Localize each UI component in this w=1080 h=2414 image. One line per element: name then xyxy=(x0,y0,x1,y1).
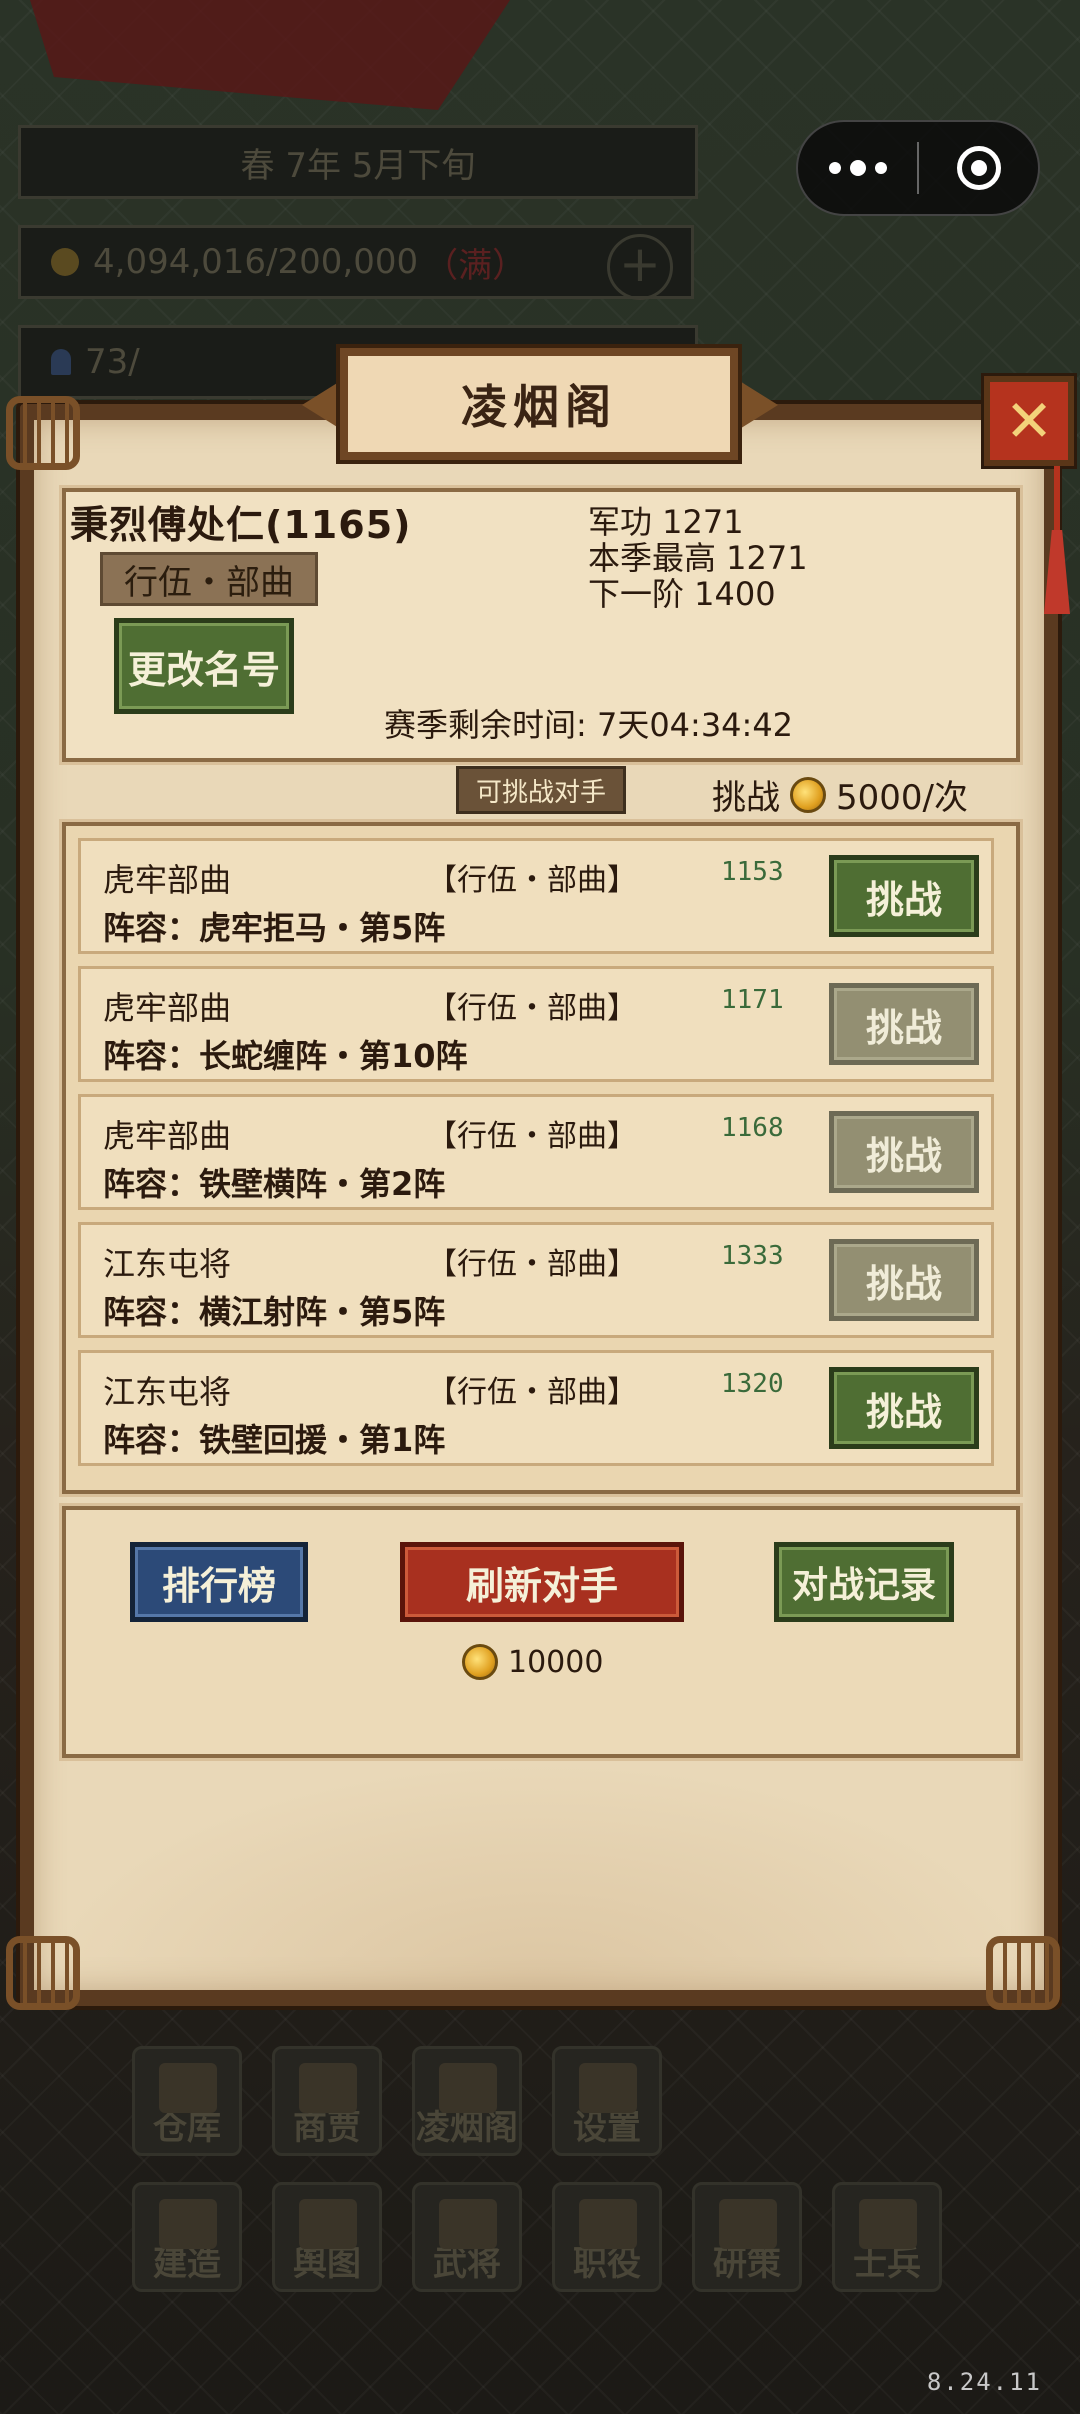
corner-knot-icon xyxy=(6,1936,80,2010)
dock-jobs-icon: 职役 xyxy=(552,2182,662,2292)
next-tier-value: 下一阶 1400 xyxy=(588,575,776,613)
gold-coin-icon xyxy=(51,248,79,276)
opponent-lineup: 阵容：横江射阵・第5阵 xyxy=(103,1293,446,1331)
opponent-rank: 【行伍・部曲】 xyxy=(427,863,637,898)
opponent-rank: 【行伍・部曲】 xyxy=(427,1375,637,1410)
opponent-lineup: 阵容：铁壁横阵・第2阵 xyxy=(103,1165,446,1203)
opponent-row: 江东屯将 【行伍・部曲】 1333 阵容：横江射阵・第5阵 挑战 xyxy=(78,1222,994,1338)
dock-map-icon: 舆图 xyxy=(272,2182,382,2292)
dock-generals-icon: 武将 xyxy=(412,2182,522,2292)
opponent-score: 1168 xyxy=(721,1113,784,1143)
refresh-opponents-button[interactable]: 刷新对手 xyxy=(400,1542,684,1622)
close-button[interactable]: ✕ xyxy=(984,376,1074,466)
opponent-score: 1333 xyxy=(721,1241,784,1271)
corner-knot-icon xyxy=(6,396,80,470)
leaderboard-button[interactable]: 排行榜 xyxy=(130,1542,308,1622)
gold-coin-icon xyxy=(790,776,826,813)
opponent-lineup: 阵容：长蛇缠阵・第10阵 xyxy=(103,1037,468,1075)
gold-amount: 4,094,016/200,000 xyxy=(93,242,419,282)
opponent-row: 江东屯将 【行伍・部曲】 1320 阵容：铁壁回援・第1阵 挑战 xyxy=(78,1350,994,1466)
challenge-cost-prefix: 挑战 xyxy=(712,778,780,818)
population-text: 73/ xyxy=(85,342,140,382)
opponent-unit: 江东屯将 xyxy=(103,1245,232,1283)
player-stats: 军功 1271 本季最高 1271 下一阶 1400 xyxy=(588,504,808,612)
dock-settings-icon: 设置 xyxy=(552,2046,662,2156)
target-ring-icon xyxy=(956,146,1001,190)
player-rank-badge: 行伍・部曲 xyxy=(100,552,318,606)
dock-warehouse-icon: 仓库 xyxy=(132,2046,242,2156)
add-gold-icon: + xyxy=(607,234,673,300)
opponents-section-label: 可挑战对手 xyxy=(456,766,626,814)
dock-merchant-icon: 商贾 xyxy=(272,2046,382,2156)
season-best-value: 本季最高 1271 xyxy=(588,539,808,577)
challenge-cost-value: 5000/次 xyxy=(836,778,968,818)
background-date-bar: 春 7年 5月下旬 xyxy=(18,125,698,199)
cloud-pattern-decoration xyxy=(34,1760,1044,1990)
panel-title: 凌烟阁 xyxy=(461,380,617,434)
dock-soldiers-icon: 士兵 xyxy=(832,2182,942,2292)
opponent-unit: 虎牢部曲 xyxy=(103,989,232,1027)
background-gold-bar: 4,094,016/200,000 （满） + xyxy=(18,225,694,300)
opponent-score: 1320 xyxy=(721,1369,784,1399)
season-remaining-time: 赛季剩余时间: 7天04:34:42 xyxy=(384,706,794,744)
opponent-score: 1153 xyxy=(721,857,784,887)
more-dot-icon xyxy=(874,162,887,174)
gold-full-label: （满） xyxy=(424,245,527,286)
opponent-rank: 【行伍・部曲】 xyxy=(427,1247,637,1282)
opponent-score: 1171 xyxy=(721,985,784,1015)
challenge-button-disabled[interactable]: 挑战 xyxy=(829,1111,979,1193)
opponent-row: 虎牢部曲 【行伍・部曲】 1168 阵容：铁壁横阵・第2阵 挑战 xyxy=(78,1094,994,1210)
challenge-button[interactable]: 挑战 xyxy=(829,1367,979,1449)
opponent-rank: 【行伍・部曲】 xyxy=(427,1119,637,1154)
battle-log-button[interactable]: 对战记录 xyxy=(774,1542,954,1622)
panel-title-plaque: 凌烟阁 xyxy=(340,348,738,460)
date-text: 春 7年 5月下旬 xyxy=(240,145,476,186)
opponent-unit: 虎牢部曲 xyxy=(103,861,232,899)
refresh-cost-value: 10000 xyxy=(508,1644,604,1680)
exit-mini-program-button[interactable] xyxy=(919,122,1038,214)
player-name: 秉烈傅处仁(1165) xyxy=(70,503,412,547)
opponent-lineup: 阵容：铁壁回援・第1阵 xyxy=(103,1421,446,1459)
person-icon xyxy=(51,349,71,375)
opponent-unit: 江东屯将 xyxy=(103,1373,232,1411)
dock-lingyan-icon: 凌烟阁 xyxy=(412,2046,522,2156)
rename-button[interactable]: 更改名号 xyxy=(114,618,294,714)
opponent-row: 虎牢部曲 【行伍・部曲】 1171 阵容：长蛇缠阵・第10阵 挑战 xyxy=(78,966,994,1082)
mini-program-capsule xyxy=(796,120,1040,216)
opponent-lineup: 阵容：虎牢拒马・第5阵 xyxy=(103,909,446,947)
dock-build-icon: 建造 xyxy=(132,2182,242,2292)
corner-knot-icon xyxy=(986,1936,1060,2010)
opponent-unit: 虎牢部曲 xyxy=(103,1117,232,1155)
opponent-row: 虎牢部曲 【行伍・部曲】 1153 阵容：虎牢拒马・第5阵 挑战 xyxy=(78,838,994,954)
opponent-rank: 【行伍・部曲】 xyxy=(427,991,637,1026)
close-x-icon: ✕ xyxy=(1004,387,1054,455)
refresh-cost: 10000 xyxy=(452,1644,603,1680)
more-menu-button[interactable] xyxy=(798,122,917,214)
version-label: 8.24.11 xyxy=(926,2368,1042,2396)
challenge-button[interactable]: 挑战 xyxy=(829,855,979,937)
tassel-cord xyxy=(1054,466,1060,536)
merit-value: 军功 1271 xyxy=(588,503,744,541)
challenge-button-disabled[interactable]: 挑战 xyxy=(829,983,979,1065)
more-dot-icon xyxy=(828,162,841,174)
more-dot-icon xyxy=(849,160,866,176)
challenge-button-disabled[interactable]: 挑战 xyxy=(829,1239,979,1321)
dock-research-icon: 研策 xyxy=(692,2182,802,2292)
gold-coin-icon xyxy=(462,1644,498,1680)
challenge-cost: 挑战 5000/次 xyxy=(712,770,968,819)
